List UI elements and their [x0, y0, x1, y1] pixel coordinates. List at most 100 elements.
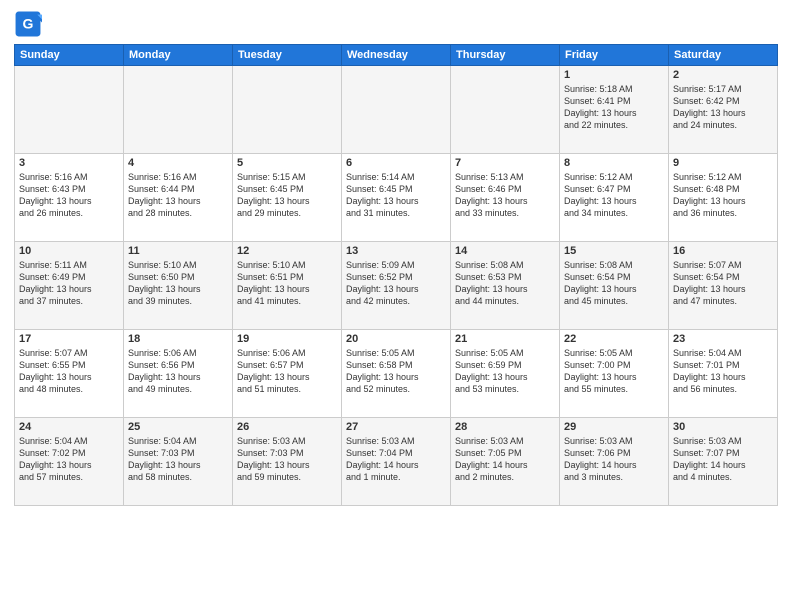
day-number: 4: [128, 157, 228, 169]
week-row-4: 24 Sunrise: 5:04 AM Sunset: 7:02 PM Dayli…: [15, 418, 778, 506]
calendar-cell: [124, 66, 233, 154]
calendar-cell: 10 Sunrise: 5:11 AM Sunset: 6:49 PM Dayli…: [15, 242, 124, 330]
week-row-3: 17 Sunrise: 5:07 AM Sunset: 6:55 PM Dayli…: [15, 330, 778, 418]
day-header-saturday: Saturday: [669, 45, 778, 66]
day-info: Sunrise: 5:03 AM Sunset: 7:03 PM Dayligh…: [237, 435, 337, 484]
calendar-cell: 11 Sunrise: 5:10 AM Sunset: 6:50 PM Dayli…: [124, 242, 233, 330]
day-info: Sunrise: 5:03 AM Sunset: 7:05 PM Dayligh…: [455, 435, 555, 484]
day-number: 5: [237, 157, 337, 169]
calendar: SundayMondayTuesdayWednesdayThursdayFrid…: [14, 44, 778, 506]
header: G: [14, 10, 778, 38]
day-number: 16: [673, 245, 773, 257]
day-info: Sunrise: 5:12 AM Sunset: 6:47 PM Dayligh…: [564, 171, 664, 220]
day-info: Sunrise: 5:03 AM Sunset: 7:06 PM Dayligh…: [564, 435, 664, 484]
logo: G: [14, 10, 44, 38]
calendar-cell: 17 Sunrise: 5:07 AM Sunset: 6:55 PM Dayli…: [15, 330, 124, 418]
calendar-cell: 3Sunrise: 5:16 AM Sunset: 6:43 PM Daylig…: [15, 154, 124, 242]
calendar-cell: 16 Sunrise: 5:07 AM Sunset: 6:54 PM Dayli…: [669, 242, 778, 330]
day-info: Sunrise: 5:10 AM Sunset: 6:50 PM Dayligh…: [128, 259, 228, 308]
calendar-cell: 8 Sunrise: 5:12 AM Sunset: 6:47 PM Daylig…: [560, 154, 669, 242]
day-number: 13: [346, 245, 446, 257]
day-info: Sunrise: 5:04 AM Sunset: 7:02 PM Dayligh…: [19, 435, 119, 484]
day-info: Sunrise: 5:13 AM Sunset: 6:46 PM Dayligh…: [455, 171, 555, 220]
day-number: 10: [19, 245, 119, 257]
day-number: 26: [237, 421, 337, 433]
page: G SundayMondayTuesdayWednesdayThursdayFr…: [0, 0, 792, 612]
day-info: Sunrise: 5:08 AM Sunset: 6:53 PM Dayligh…: [455, 259, 555, 308]
day-number: 14: [455, 245, 555, 257]
calendar-cell: 13 Sunrise: 5:09 AM Sunset: 6:52 PM Dayli…: [342, 242, 451, 330]
day-header-thursday: Thursday: [451, 45, 560, 66]
day-info: Sunrise: 5:07 AM Sunset: 6:54 PM Dayligh…: [673, 259, 773, 308]
day-header-sunday: Sunday: [15, 45, 124, 66]
calendar-cell: 26 Sunrise: 5:03 AM Sunset: 7:03 PM Dayli…: [233, 418, 342, 506]
calendar-cell: 19 Sunrise: 5:06 AM Sunset: 6:57 PM Dayli…: [233, 330, 342, 418]
day-info: Sunrise: 5:12 AM Sunset: 6:48 PM Dayligh…: [673, 171, 773, 220]
day-number: 15: [564, 245, 664, 257]
calendar-cell: 23Sunrise: 5:04 AM Sunset: 7:01 PM Dayli…: [669, 330, 778, 418]
day-info: Sunrise: 5:18 AM Sunset: 6:41 PM Dayligh…: [564, 83, 664, 132]
day-number: 22: [564, 333, 664, 345]
week-row-1: 3Sunrise: 5:16 AM Sunset: 6:43 PM Daylig…: [15, 154, 778, 242]
calendar-cell: 4 Sunrise: 5:16 AM Sunset: 6:44 PM Daylig…: [124, 154, 233, 242]
day-info: Sunrise: 5:05 AM Sunset: 6:58 PM Dayligh…: [346, 347, 446, 396]
calendar-cell: 29 Sunrise: 5:03 AM Sunset: 7:06 PM Dayli…: [560, 418, 669, 506]
day-header-monday: Monday: [124, 45, 233, 66]
day-number: 1: [564, 69, 664, 81]
day-header-tuesday: Tuesday: [233, 45, 342, 66]
day-number: 28: [455, 421, 555, 433]
day-info: Sunrise: 5:07 AM Sunset: 6:55 PM Dayligh…: [19, 347, 119, 396]
day-number: 19: [237, 333, 337, 345]
day-number: 11: [128, 245, 228, 257]
day-info: Sunrise: 5:05 AM Sunset: 7:00 PM Dayligh…: [564, 347, 664, 396]
day-info: Sunrise: 5:03 AM Sunset: 7:07 PM Dayligh…: [673, 435, 773, 484]
day-info: Sunrise: 5:11 AM Sunset: 6:49 PM Dayligh…: [19, 259, 119, 308]
day-info: Sunrise: 5:17 AM Sunset: 6:42 PM Dayligh…: [673, 83, 773, 132]
day-info: Sunrise: 5:04 AM Sunset: 7:03 PM Dayligh…: [128, 435, 228, 484]
day-number: 12: [237, 245, 337, 257]
calendar-cell: [342, 66, 451, 154]
day-number: 6: [346, 157, 446, 169]
calendar-cell: 2 Sunrise: 5:17 AM Sunset: 6:42 PM Daylig…: [669, 66, 778, 154]
calendar-cell: 21Sunrise: 5:05 AM Sunset: 6:59 PM Dayli…: [451, 330, 560, 418]
day-number: 2: [673, 69, 773, 81]
calendar-cell: 14 Sunrise: 5:08 AM Sunset: 6:53 PM Dayli…: [451, 242, 560, 330]
calendar-cell: 27Sunrise: 5:03 AM Sunset: 7:04 PM Dayli…: [342, 418, 451, 506]
day-number: 7: [455, 157, 555, 169]
day-info: Sunrise: 5:10 AM Sunset: 6:51 PM Dayligh…: [237, 259, 337, 308]
calendar-cell: 9 Sunrise: 5:12 AM Sunset: 6:48 PM Daylig…: [669, 154, 778, 242]
day-info: Sunrise: 5:08 AM Sunset: 6:54 PM Dayligh…: [564, 259, 664, 308]
logo-icon: G: [14, 10, 42, 38]
calendar-cell: 30 Sunrise: 5:03 AM Sunset: 7:07 PM Dayli…: [669, 418, 778, 506]
calendar-cell: 22 Sunrise: 5:05 AM Sunset: 7:00 PM Dayli…: [560, 330, 669, 418]
day-info: Sunrise: 5:04 AM Sunset: 7:01 PM Dayligh…: [673, 347, 773, 396]
calendar-cell: 12 Sunrise: 5:10 AM Sunset: 6:51 PM Dayli…: [233, 242, 342, 330]
calendar-cell: [451, 66, 560, 154]
day-number: 20: [346, 333, 446, 345]
calendar-cell: 15 Sunrise: 5:08 AM Sunset: 6:54 PM Dayli…: [560, 242, 669, 330]
day-info: Sunrise: 5:06 AM Sunset: 6:56 PM Dayligh…: [128, 347, 228, 396]
day-number: 21: [455, 333, 555, 345]
calendar-cell: 24 Sunrise: 5:04 AM Sunset: 7:02 PM Dayli…: [15, 418, 124, 506]
day-info: Sunrise: 5:14 AM Sunset: 6:45 PM Dayligh…: [346, 171, 446, 220]
calendar-header-row: SundayMondayTuesdayWednesdayThursdayFrid…: [15, 45, 778, 66]
day-number: 30: [673, 421, 773, 433]
calendar-cell: [15, 66, 124, 154]
day-number: 29: [564, 421, 664, 433]
day-number: 9: [673, 157, 773, 169]
day-info: Sunrise: 5:16 AM Sunset: 6:44 PM Dayligh…: [128, 171, 228, 220]
week-row-0: 1 Sunrise: 5:18 AM Sunset: 6:41 PM Daylig…: [15, 66, 778, 154]
day-number: 17: [19, 333, 119, 345]
day-header-wednesday: Wednesday: [342, 45, 451, 66]
day-info: Sunrise: 5:06 AM Sunset: 6:57 PM Dayligh…: [237, 347, 337, 396]
day-info: Sunrise: 5:15 AM Sunset: 6:45 PM Dayligh…: [237, 171, 337, 220]
day-number: 24: [19, 421, 119, 433]
day-number: 8: [564, 157, 664, 169]
calendar-cell: [233, 66, 342, 154]
day-info: Sunrise: 5:03 AM Sunset: 7:04 PM Dayligh…: [346, 435, 446, 484]
calendar-cell: 5 Sunrise: 5:15 AM Sunset: 6:45 PM Daylig…: [233, 154, 342, 242]
day-info: Sunrise: 5:09 AM Sunset: 6:52 PM Dayligh…: [346, 259, 446, 308]
calendar-cell: 18Sunrise: 5:06 AM Sunset: 6:56 PM Dayli…: [124, 330, 233, 418]
calendar-cell: 28 Sunrise: 5:03 AM Sunset: 7:05 PM Dayli…: [451, 418, 560, 506]
day-info: Sunrise: 5:16 AM Sunset: 6:43 PM Dayligh…: [19, 171, 119, 220]
